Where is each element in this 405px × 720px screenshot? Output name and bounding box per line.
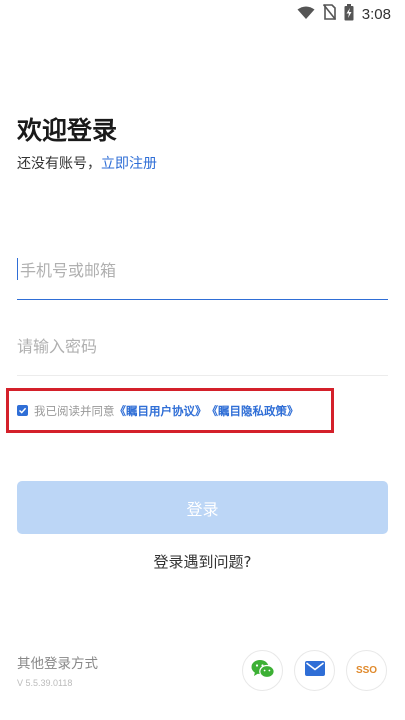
mail-icon — [304, 661, 325, 680]
register-prompt: 还没有账号，立即注册 — [17, 153, 157, 173]
agreement-row: 我已阅读并同意 《瞩目用户协议》 《瞩目隐私政策》 — [6, 388, 334, 433]
wifi-icon — [297, 5, 315, 24]
agreement-checkbox[interactable] — [17, 405, 28, 416]
check-icon — [18, 407, 27, 414]
status-bar: 3:08 — [0, 0, 405, 28]
account-field[interactable] — [17, 256, 388, 300]
password-input[interactable] — [17, 332, 388, 360]
other-login-label: 其他登录方式 — [17, 656, 98, 672]
sso-icon: SSO — [355, 665, 378, 676]
terms-link[interactable]: 《瞩目用户协议》 — [115, 403, 207, 419]
wechat-login-button[interactable] — [242, 650, 283, 691]
login-help-link[interactable]: 登录遇到问题? — [0, 551, 405, 572]
sso-login-button[interactable]: SSO — [346, 650, 387, 691]
version-label: V 5.5.39.0118 — [17, 678, 73, 688]
no-sim-icon — [322, 4, 336, 24]
status-time: 3:08 — [361, 5, 391, 23]
privacy-link[interactable]: 《瞩目隐私政策》 — [207, 403, 299, 419]
wechat-icon — [251, 659, 275, 683]
email-login-button[interactable] — [294, 650, 335, 691]
battery-charging-icon — [344, 3, 354, 25]
password-field[interactable] — [17, 332, 388, 376]
account-input[interactable] — [17, 256, 388, 284]
agreement-text: 我已阅读并同意 — [34, 403, 115, 418]
page-title: 欢迎登录 — [17, 116, 118, 145]
login-button[interactable]: 登录 — [17, 481, 388, 534]
text-cursor — [17, 258, 18, 280]
register-link[interactable]: 立即注册 — [101, 156, 157, 172]
register-prompt-text: 还没有账号， — [17, 156, 101, 172]
